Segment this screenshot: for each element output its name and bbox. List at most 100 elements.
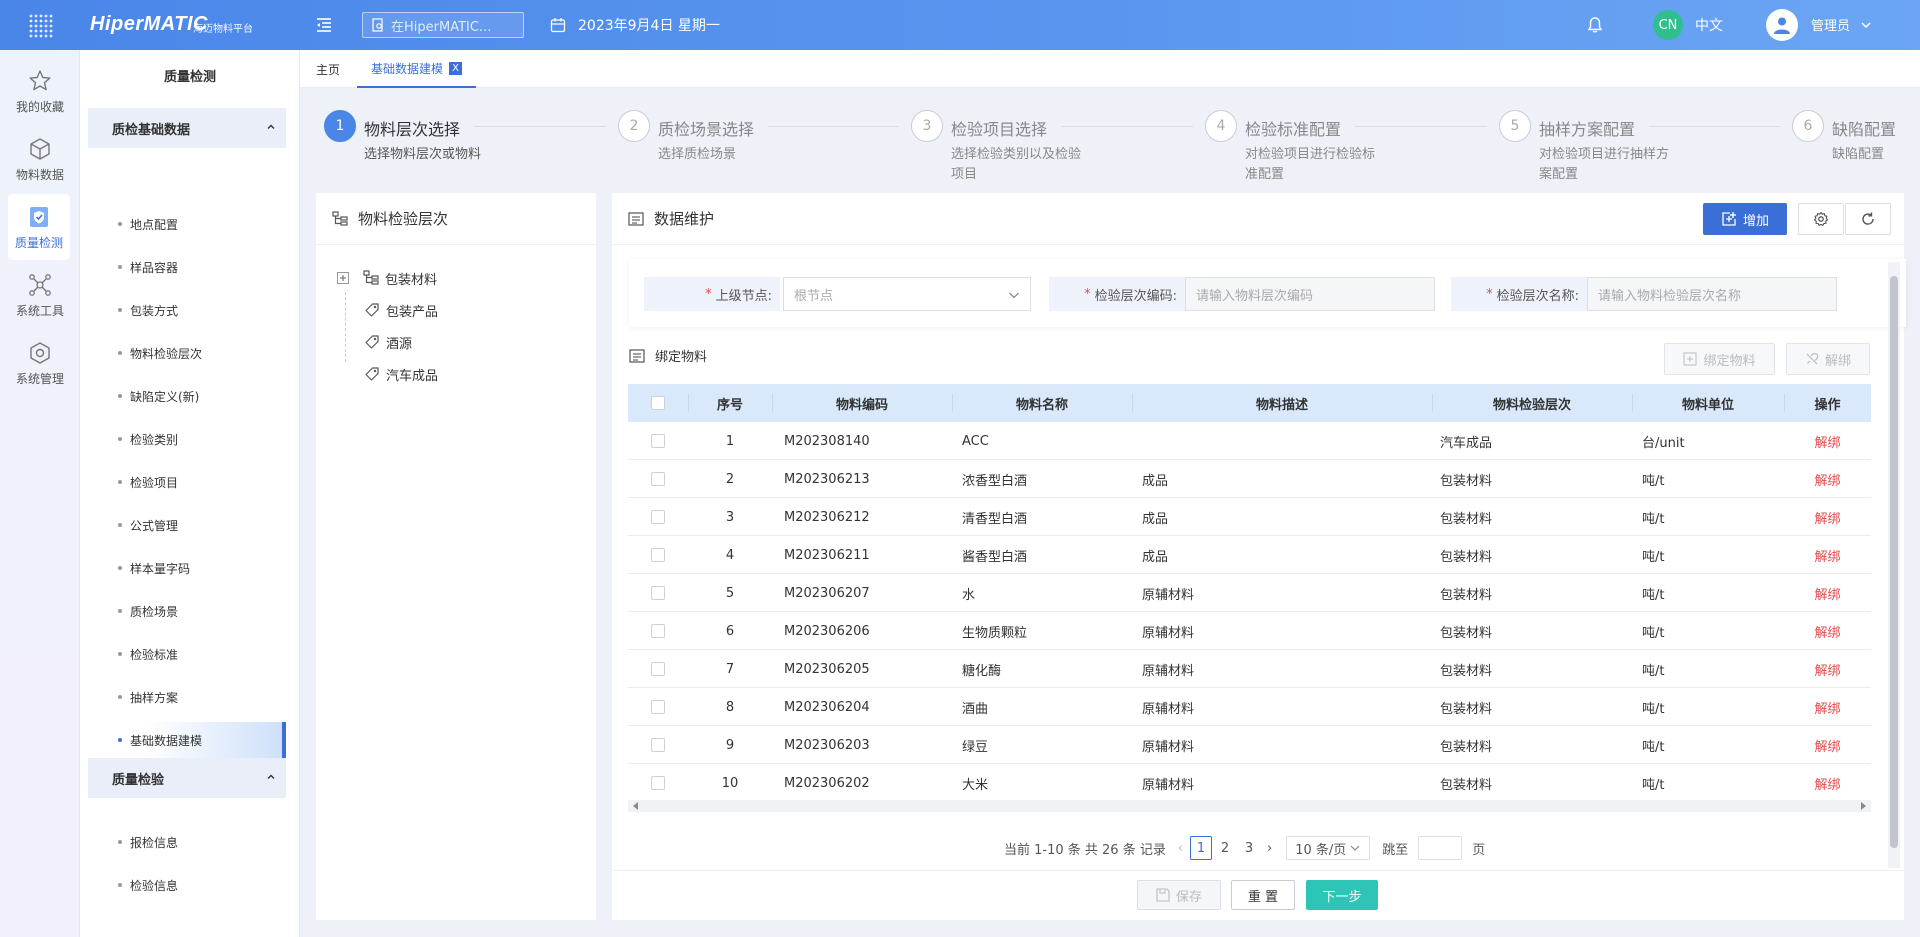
row-unbind-link[interactable]: 解绑 xyxy=(1784,536,1871,574)
sidebar-item-2[interactable]: 样品容器 xyxy=(88,249,286,285)
user-name[interactable]: 管理员 xyxy=(1811,15,1850,34)
tree-node-3[interactable]: 汽车成品 xyxy=(364,358,438,390)
bind-material-button[interactable]: 绑定物料 xyxy=(1664,343,1775,375)
prev-page-icon[interactable]: ‹ xyxy=(1178,841,1183,856)
level-code-input[interactable]: 请输入物料层次编码 xyxy=(1185,277,1435,311)
rail-item-quality-inspection[interactable]: 质量检测 xyxy=(8,194,70,260)
chevron-down-icon[interactable] xyxy=(1860,19,1872,31)
tree-node-2[interactable]: 酒源 xyxy=(364,326,412,358)
page-2[interactable]: 2 xyxy=(1214,836,1236,860)
tab-basic-data-modeling[interactable]: 基础数据建模 X xyxy=(357,50,477,88)
horizontal-scrollbar[interactable] xyxy=(628,800,1871,812)
row-checkbox[interactable] xyxy=(651,586,665,600)
add-button[interactable]: 增加 xyxy=(1703,203,1787,235)
sidebar-item-6[interactable]: 检验类别 xyxy=(88,421,286,457)
row-select-cell[interactable] xyxy=(628,612,688,650)
row-checkbox[interactable] xyxy=(651,548,665,562)
refresh-button[interactable] xyxy=(1845,203,1891,235)
row-select-cell[interactable] xyxy=(628,688,688,726)
user-avatar[interactable] xyxy=(1766,9,1798,41)
sidebar-item-qi-2[interactable]: 检验信息 xyxy=(88,867,286,903)
search-input[interactable]: 在HiperMATIC... xyxy=(362,12,524,38)
sidebar-group-basic-data[interactable]: 质检基础数据 xyxy=(88,108,286,148)
page-1[interactable]: 1 xyxy=(1190,836,1213,860)
table-row[interactable]: 1 M202308140 ACC 汽车成品 台/unit 解绑 xyxy=(628,422,1871,460)
sidebar-item-12[interactable]: 抽样方案 xyxy=(88,679,286,715)
reset-button[interactable]: 重 置 xyxy=(1231,880,1295,910)
scroll-thumb[interactable] xyxy=(1890,276,1898,848)
row-unbind-link[interactable]: 解绑 xyxy=(1784,764,1871,802)
row-checkbox[interactable] xyxy=(651,510,665,524)
scroll-right-icon[interactable] xyxy=(1859,802,1867,810)
row-unbind-link[interactable]: 解绑 xyxy=(1784,612,1871,650)
table-row[interactable]: 5 M202306207 水 原辅材料 包装材料 吨/t 解绑 xyxy=(628,574,1871,612)
row-unbind-link[interactable]: 解绑 xyxy=(1784,650,1871,688)
row-checkbox[interactable] xyxy=(651,776,665,790)
rail-item-system-tools[interactable]: 系统工具 xyxy=(0,262,80,328)
table-row[interactable]: 8 M202306204 酒曲 原辅材料 包装材料 吨/t 解绑 xyxy=(628,688,1871,726)
sidebar-item-7[interactable]: 检验项目 xyxy=(88,464,286,500)
row-unbind-link[interactable]: 解绑 xyxy=(1784,460,1871,498)
tree-node-1[interactable]: 包装产品 xyxy=(364,294,438,326)
row-select-cell[interactable] xyxy=(628,726,688,764)
menu-toggle-icon[interactable] xyxy=(314,15,334,35)
row-select-cell[interactable] xyxy=(628,764,688,802)
page-3[interactable]: 3 xyxy=(1238,836,1260,860)
row-checkbox[interactable] xyxy=(651,700,665,714)
bell-icon[interactable] xyxy=(1586,16,1604,34)
app-grid-icon[interactable] xyxy=(0,0,80,50)
settings-button[interactable] xyxy=(1798,203,1844,235)
rail-item-favorites[interactable]: 我的收藏 xyxy=(0,58,80,124)
row-select-cell[interactable] xyxy=(628,650,688,688)
tab-home[interactable]: 主页 xyxy=(316,50,340,88)
sidebar-item-qi-1[interactable]: 报检信息 xyxy=(88,824,286,860)
sidebar-item-10[interactable]: 质检场景 xyxy=(88,593,286,629)
unbind-button[interactable]: 解绑 xyxy=(1786,343,1870,375)
sidebar-item-4[interactable]: 物料检验层次 xyxy=(88,335,286,371)
row-unbind-link[interactable]: 解绑 xyxy=(1784,688,1871,726)
language-badge[interactable]: CN xyxy=(1653,10,1683,40)
row-unbind-link[interactable]: 解绑 xyxy=(1784,726,1871,764)
vertical-scrollbar[interactable] xyxy=(1888,262,1900,868)
rail-item-material-data[interactable]: 物料数据 xyxy=(0,126,80,192)
row-checkbox[interactable] xyxy=(651,738,665,752)
expand-icon[interactable] xyxy=(337,272,349,284)
select-all-checkbox[interactable] xyxy=(651,396,665,410)
table-row[interactable]: 2 M202306213 浓香型白酒 成品 包装材料 吨/t 解绑 xyxy=(628,460,1871,498)
level-name-input[interactable]: 请输入物料检验层次名称 xyxy=(1587,277,1837,311)
row-select-cell[interactable] xyxy=(628,422,688,460)
parent-node-select[interactable]: 根节点 xyxy=(783,277,1031,311)
sidebar-item-8[interactable]: 公式管理 xyxy=(88,507,286,543)
sidebar-item-9[interactable]: 样本量字码 xyxy=(88,550,286,586)
row-select-cell[interactable] xyxy=(628,460,688,498)
jump-page-input[interactable] xyxy=(1418,836,1463,860)
row-select-cell[interactable] xyxy=(628,498,688,536)
select-all-cell[interactable] xyxy=(628,384,688,422)
language-label[interactable]: 中文 xyxy=(1695,15,1723,35)
sidebar-item-5[interactable]: 缺陷定义(新) xyxy=(88,378,286,414)
sidebar-item-13[interactable]: 基础数据建模 xyxy=(88,722,286,758)
page-size-select[interactable]: 10 条/页 xyxy=(1286,836,1371,860)
table-row[interactable]: 10 M202306202 大米 原辅材料 包装材料 吨/t 解绑 xyxy=(628,764,1871,802)
table-row[interactable]: 6 M202306206 生物质颗粒 原辅材料 包装材料 吨/t 解绑 xyxy=(628,612,1871,650)
row-select-cell[interactable] xyxy=(628,574,688,612)
tree-node-root[interactable]: 包装材料 xyxy=(337,262,437,294)
row-checkbox[interactable] xyxy=(651,434,665,448)
row-checkbox[interactable] xyxy=(651,662,665,676)
table-row[interactable]: 7 M202306205 糖化酶 原辅材料 包装材料 吨/t 解绑 xyxy=(628,650,1871,688)
scroll-left-icon[interactable] xyxy=(632,802,640,810)
row-select-cell[interactable] xyxy=(628,536,688,574)
table-row[interactable]: 9 M202306203 绿豆 原辅材料 包装材料 吨/t 解绑 xyxy=(628,726,1871,764)
close-icon[interactable]: X xyxy=(449,61,463,75)
table-row[interactable]: 4 M202306211 酱香型白酒 成品 包装材料 吨/t 解绑 xyxy=(628,536,1871,574)
sidebar-item-11[interactable]: 检验标准 xyxy=(88,636,286,672)
save-button[interactable]: 保存 xyxy=(1137,880,1221,910)
sidebar-item-1[interactable]: 地点配置 xyxy=(88,206,286,242)
next-step-button[interactable]: 下一步 xyxy=(1306,880,1378,910)
row-unbind-link[interactable]: 解绑 xyxy=(1784,498,1871,536)
next-page-icon[interactable]: › xyxy=(1267,841,1272,856)
row-checkbox[interactable] xyxy=(651,624,665,638)
row-checkbox[interactable] xyxy=(651,472,665,486)
sidebar-group-quality-inspection[interactable]: 质量检验 xyxy=(88,758,286,798)
row-unbind-link[interactable]: 解绑 xyxy=(1784,422,1871,460)
